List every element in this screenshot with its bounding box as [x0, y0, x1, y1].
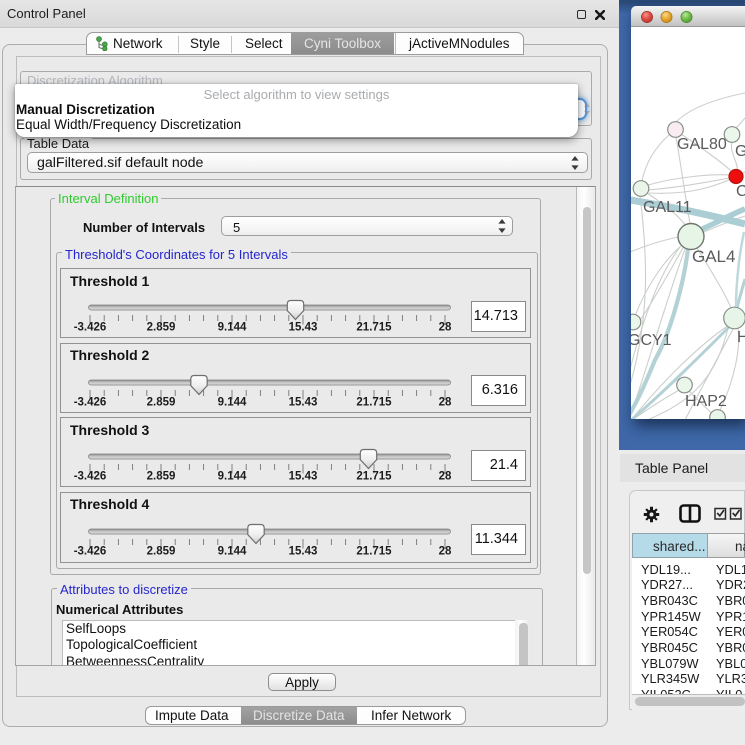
svg-text:GAL11: GAL11: [643, 199, 692, 216]
svg-text:2.859: 2.859: [147, 322, 176, 334]
svg-text:2.859: 2.859: [147, 471, 176, 483]
svg-text:28: 28: [439, 471, 452, 483]
svg-text:-3.426: -3.426: [74, 396, 107, 408]
svg-text:2.859: 2.859: [147, 545, 176, 557]
svg-text:-3.426: -3.426: [74, 545, 107, 557]
svg-text:CYC8: CYC8: [736, 183, 745, 200]
svg-text:HIS5: HIS5: [737, 329, 745, 346]
svg-text:9.144: 9.144: [218, 322, 247, 334]
svg-text:15.43: 15.43: [289, 471, 318, 483]
svg-text:GAL7: GAL7: [735, 143, 745, 160]
svg-text:2.859: 2.859: [147, 396, 176, 408]
svg-text:-3.426: -3.426: [74, 322, 107, 334]
svg-text:15.43: 15.43: [289, 322, 318, 334]
svg-text:15.43: 15.43: [289, 396, 318, 408]
svg-text:21.715: 21.715: [356, 322, 392, 334]
svg-text:21.715: 21.715: [356, 396, 392, 408]
svg-text:-3.426: -3.426: [74, 471, 107, 483]
svg-text:28: 28: [439, 545, 452, 557]
svg-text:9.144: 9.144: [218, 545, 247, 557]
svg-text:GCY1: GCY1: [631, 332, 672, 349]
svg-text:HAP2: HAP2: [685, 393, 727, 410]
svg-text:28: 28: [439, 396, 452, 408]
svg-text:GAL4: GAL4: [692, 247, 735, 266]
svg-text:21.715: 21.715: [356, 471, 392, 483]
svg-text:21.715: 21.715: [356, 545, 392, 557]
svg-text:9.144: 9.144: [218, 396, 247, 408]
svg-text:9.144: 9.144: [218, 471, 247, 483]
svg-text:15.43: 15.43: [289, 545, 318, 557]
svg-text:28: 28: [439, 322, 452, 334]
svg-text:GAL80: GAL80: [677, 136, 727, 153]
